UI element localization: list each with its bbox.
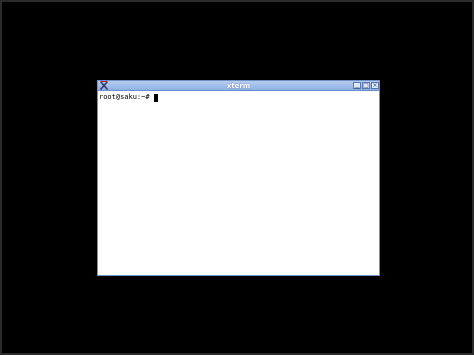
text-cursor (153, 93, 158, 102)
xterm-window[interactable]: xterm ▁ □ × root@saku:~# (97, 80, 380, 276)
close-icon: × (372, 82, 378, 89)
prompt-line: root@saku:~# (99, 93, 379, 102)
minimize-button[interactable]: ▁ (353, 82, 361, 89)
close-button[interactable]: × (371, 82, 379, 89)
window-title: xterm (226, 82, 251, 90)
minimize-icon: ▁ (354, 82, 360, 89)
maximize-icon: □ (363, 82, 369, 89)
shell-prompt: root@saku:~# (99, 93, 150, 101)
title-bar[interactable]: xterm ▁ □ × (98, 81, 379, 91)
terminal-area[interactable]: root@saku:~# (98, 91, 379, 275)
maximize-button[interactable]: □ (362, 82, 370, 89)
desktop: xterm ▁ □ × root@saku:~# (0, 0, 474, 355)
